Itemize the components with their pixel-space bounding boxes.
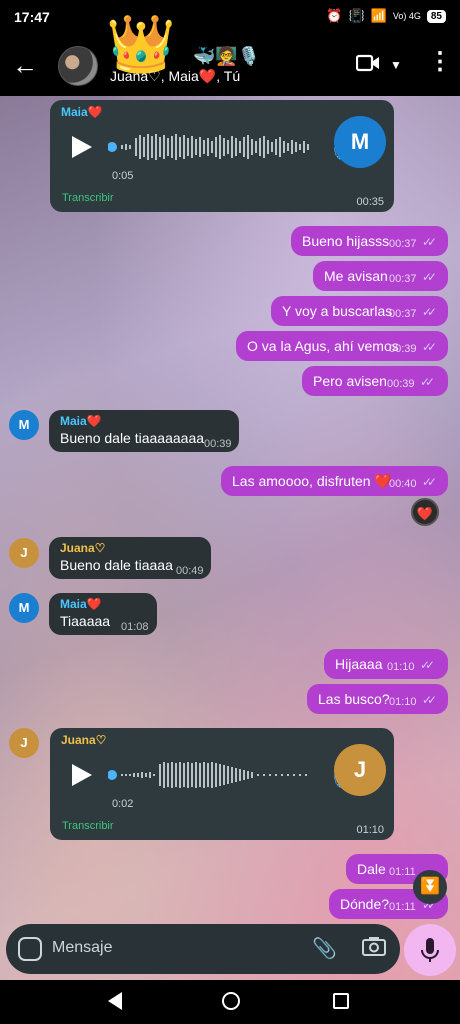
play-icon[interactable] — [72, 136, 92, 158]
voice-avatar: M — [334, 116, 386, 168]
message-text: Bueno dale tiaaaa — [60, 557, 173, 573]
status-bar: 17:47 ⏰ 📳 📶 Vo) 4G 85 — [0, 0, 460, 36]
message-text: Bueno hijasss — [302, 233, 390, 249]
message-time: 01:11 — [389, 866, 416, 878]
transcribe-link[interactable]: Transcribir — [62, 820, 114, 832]
read-ticks-icon: ✓✓ — [422, 270, 437, 284]
header-emojis: 🐳🧑‍🏫🎙️ — [193, 46, 261, 66]
read-ticks-icon: ✓✓ — [422, 475, 437, 489]
outgoing-message[interactable]: Hijaaaa 01:10 ✓✓ — [324, 649, 448, 679]
message-sender: Maia❤️ — [61, 105, 103, 119]
message-sender: Juana♡ — [60, 541, 106, 555]
message-time: 00:39 — [387, 378, 415, 390]
outgoing-message[interactable]: Y voy a buscarlas 00:37 ✓✓ — [271, 296, 448, 326]
sticker-icon[interactable] — [18, 937, 42, 961]
group-title[interactable]: Juana♡, Maia❤️, Tú — [110, 68, 240, 85]
mic-icon — [421, 938, 439, 962]
message-time: 00:49 — [176, 565, 204, 577]
chat-area[interactable]: Maia❤️ 🎙 M — [0, 96, 460, 980]
read-ticks-icon: ✓✓ — [422, 305, 437, 319]
more-options-icon[interactable]: ⋮ — [428, 50, 452, 74]
nav-back-icon[interactable] — [108, 992, 122, 1010]
network-label: Vo) 4G — [392, 11, 421, 21]
message-input[interactable]: Mensaje — [52, 939, 112, 957]
chat-header: ← 👑 🐳🧑‍🏫🎙️ Juana♡, Maia❤️, Tú ▼ ⋮ — [0, 16, 460, 96]
paperclip-icon[interactable]: 📎 — [312, 936, 337, 961]
heart-reaction-icon[interactable]: ❤️ — [411, 498, 439, 526]
read-ticks-icon: ✓✓ — [422, 340, 437, 354]
sender-avatar[interactable]: J — [9, 728, 39, 758]
outgoing-message[interactable]: Las amoooo, disfruten ❤️ 00:40 ✓✓ — [221, 466, 448, 496]
message-sender: Maia❤️ — [60, 414, 102, 428]
waveform[interactable] — [108, 132, 318, 162]
outgoing-message[interactable]: O va la Agus, ahí vemos 00:39 ✓✓ — [236, 331, 448, 361]
message-time: 01:10 — [389, 696, 417, 708]
message-time: 00:35 — [356, 196, 384, 208]
voice-message[interactable]: Juana♡ 🎙 J 0:02 Trans — [50, 728, 394, 840]
sender-avatar[interactable]: M — [9, 410, 39, 440]
play-icon[interactable] — [72, 764, 92, 786]
nav-recent-icon[interactable] — [333, 993, 349, 1009]
message-time: 00:39 — [389, 343, 417, 355]
scroll-down-button[interactable]: ⏬ — [413, 870, 447, 904]
voice-record-button[interactable] — [404, 924, 456, 976]
back-button[interactable]: ← — [12, 52, 38, 78]
alarm-icon: ⏰ — [326, 8, 343, 23]
outgoing-message[interactable]: Pero avisen 00:39 ✓✓ — [302, 366, 448, 396]
message-time: 01:10 — [387, 661, 415, 673]
message-text: O va la Agus, ahí vemos — [247, 338, 399, 354]
status-icons: ⏰ 📳 📶 Vo) 4G 85 — [326, 8, 446, 24]
message-time: 01:08 — [121, 621, 149, 633]
video-call-icon[interactable] — [356, 54, 380, 72]
message-text: Tiaaaaa — [60, 613, 111, 629]
message-time: 01:11 — [389, 901, 416, 913]
chevron-down-icon[interactable]: ▼ — [390, 58, 402, 72]
message-input-bar[interactable]: Mensaje 📎 — [6, 924, 400, 974]
crown-emoji: 👑 — [106, 12, 176, 75]
waveform[interactable] — [108, 760, 318, 790]
sender-avatar[interactable]: M — [9, 593, 39, 623]
outgoing-message[interactable]: Me avisan 00:37 ✓✓ — [313, 261, 448, 291]
message-text: Dónde? — [340, 896, 390, 912]
message-time: 01:10 — [356, 824, 384, 836]
message-text: Dale — [357, 861, 386, 877]
message-text: Las amoooo, disfruten ❤️ — [232, 473, 392, 489]
message-text: Me avisan — [324, 268, 388, 284]
message-time: 00:37 — [389, 273, 417, 285]
outgoing-message[interactable]: Bueno hijasss 00:37 ✓✓ — [291, 226, 448, 256]
battery-icon: 85 — [426, 9, 446, 23]
message-sender: Maia❤️ — [60, 597, 102, 611]
outgoing-message[interactable]: Las busco? 01:10 ✓✓ — [307, 684, 448, 714]
message-text: Bueno dale tiaaaaaaaa — [60, 430, 205, 446]
read-ticks-icon: ✓✓ — [420, 658, 435, 672]
message-text: Pero avisen — [313, 373, 387, 389]
read-ticks-icon: ✓✓ — [422, 693, 437, 707]
message-text: Las busco? — [318, 691, 390, 707]
message-time: 00:40 — [389, 478, 417, 490]
group-avatar[interactable] — [58, 46, 98, 86]
read-ticks-icon: ✓✓ — [422, 235, 437, 249]
message-time: 00:37 — [389, 238, 417, 250]
voice-avatar: J — [334, 744, 386, 796]
message-text: Hijaaaa — [335, 656, 383, 672]
wifi-icon: 📶 — [370, 8, 387, 23]
camera-icon[interactable] — [362, 936, 386, 956]
voice-message[interactable]: Maia❤️ 🎙 M — [50, 100, 394, 212]
incoming-message[interactable]: Maia❤️ Bueno dale tiaaaaaaaa 00:39 — [49, 410, 239, 452]
sender-avatar[interactable]: J — [9, 538, 39, 568]
message-sender: Juana♡ — [61, 733, 107, 747]
read-ticks-icon: ✓✓ — [420, 375, 435, 389]
vibrate-icon: 📳 — [348, 8, 365, 23]
system-nav-bar — [0, 980, 460, 1024]
transcribe-link[interactable]: Transcribir — [62, 192, 114, 204]
message-time: 00:37 — [389, 308, 417, 320]
voice-duration: 0:05 — [112, 170, 134, 182]
message-time: 00:39 — [204, 438, 232, 450]
voice-duration: 0:02 — [112, 798, 134, 810]
nav-home-icon[interactable] — [222, 992, 240, 1010]
incoming-message[interactable]: Juana♡ Bueno dale tiaaaa 00:49 — [49, 537, 211, 579]
status-time: 17:47 — [14, 9, 50, 25]
message-text: Y voy a buscarlas — [282, 303, 393, 319]
incoming-message[interactable]: Maia❤️ Tiaaaaa 01:08 — [49, 593, 157, 635]
